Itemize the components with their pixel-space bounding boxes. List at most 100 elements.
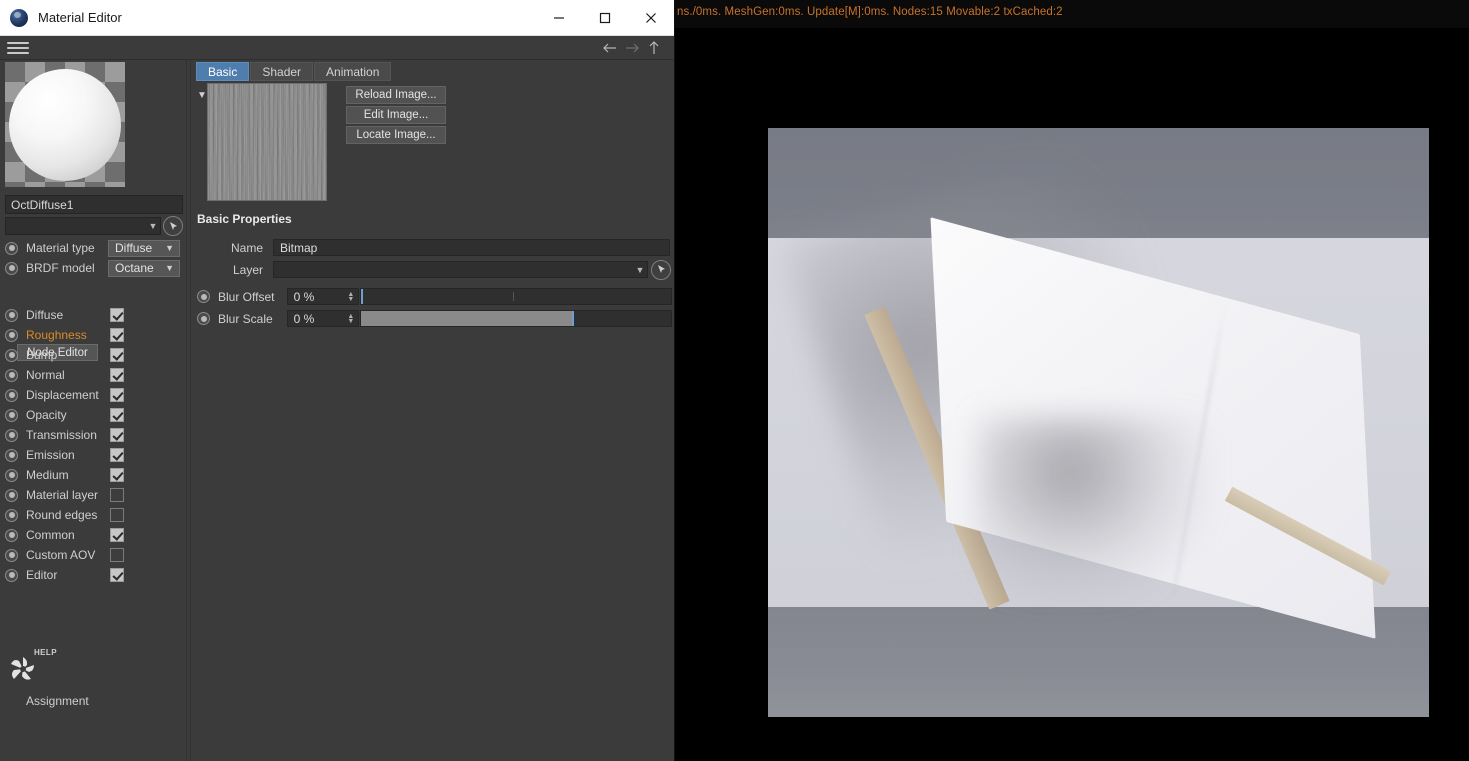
window-title: Material Editor [38, 10, 122, 25]
channel-row-medium: Medium [5, 465, 183, 485]
tab-shader[interactable]: Shader [250, 62, 314, 81]
hamburger-menu-icon[interactable] [7, 40, 29, 56]
edit-image-button[interactable]: Edit Image... [346, 106, 446, 124]
maximize-icon[interactable] [582, 0, 628, 36]
name-input[interactable]: Bitmap [273, 239, 670, 256]
channel-checkbox[interactable] [110, 468, 124, 482]
radio-icon[interactable] [5, 548, 18, 562]
channel-row-roughness: Roughness [5, 325, 183, 345]
field-row-layer: Layer ▼ [197, 259, 672, 280]
channel-checkbox[interactable] [110, 368, 124, 382]
channel-label: Opacity [26, 408, 67, 422]
channel-checkbox[interactable] [110, 548, 124, 562]
minimize-icon[interactable] [536, 0, 582, 36]
radio-icon[interactable] [5, 368, 18, 382]
stepper-icon[interactable]: ▲ ▼ [347, 291, 354, 303]
channel-label: Diffuse [26, 308, 64, 322]
slider-handle[interactable] [571, 311, 574, 326]
radio-icon[interactable] [5, 408, 18, 422]
blur-offset-label: Blur Offset [218, 289, 275, 304]
brdf-model-dropdown[interactable]: Octane ▼ [108, 259, 180, 277]
setting-row-brdf-model: BRDF model Octane ▼ [5, 258, 183, 278]
channel-label: Round edges [26, 508, 98, 522]
layer-label: Layer [232, 262, 263, 277]
blur-offset-slider[interactable] [360, 288, 672, 305]
editor-toolbar [0, 36, 674, 60]
octane-logo-icon [10, 8, 28, 27]
material-preview[interactable] [5, 62, 125, 187]
channel-checkbox[interactable] [110, 388, 124, 402]
channel-checkbox[interactable] [110, 408, 124, 422]
radio-icon[interactable] [5, 448, 18, 462]
locate-image-button[interactable]: Locate Image... [346, 126, 446, 144]
channel-row-round-edges: Round edges [5, 505, 183, 525]
radio-icon[interactable] [5, 388, 18, 402]
channel-row-custom-aov: Custom AOV [5, 545, 183, 565]
channel-label: Normal [26, 368, 65, 382]
navigation-controls [600, 39, 664, 57]
eyedropper-picker-icon[interactable] [163, 216, 183, 236]
radio-icon[interactable] [5, 348, 18, 362]
channel-checkbox[interactable] [110, 528, 124, 542]
channel-row-transmission: Transmission [5, 425, 183, 445]
radio-icon[interactable] [5, 261, 18, 275]
stepper-icon[interactable]: ▲ ▼ [347, 313, 354, 325]
channel-label: Common [26, 528, 75, 542]
radio-icon[interactable] [5, 508, 18, 522]
channel-row-material-layer: Material layer [5, 485, 183, 505]
channel-checkbox[interactable] [110, 568, 124, 582]
setting-label: Material type [26, 241, 95, 255]
help-block[interactable]: HELP [8, 648, 78, 680]
radio-icon[interactable] [5, 568, 18, 582]
tab-bar: Basic Shader Animation [196, 62, 392, 81]
radio-icon[interactable] [197, 312, 210, 325]
reload-image-button[interactable]: Reload Image... [346, 86, 446, 104]
radio-icon[interactable] [5, 428, 18, 442]
channel-label: Transmission [26, 428, 97, 442]
channel-checkbox[interactable] [110, 428, 124, 442]
material-select[interactable]: ▼ [5, 217, 161, 235]
arrow-left-icon[interactable] [600, 39, 620, 57]
blur-scale-slider[interactable] [360, 310, 672, 327]
radio-icon[interactable] [5, 328, 18, 342]
eyedropper-picker-icon[interactable] [651, 259, 671, 280]
field-row-blur-offset: Blur Offset 0 % ▲ ▼ [197, 287, 672, 306]
tab-animation[interactable]: Animation [314, 62, 392, 81]
blur-offset-input[interactable]: 0 % ▲ ▼ [286, 288, 360, 305]
arrow-up-icon[interactable] [644, 39, 664, 57]
radio-icon[interactable] [5, 308, 18, 322]
material-type-dropdown[interactable]: Diffuse ▼ [108, 239, 180, 257]
channel-row-bump: Bump [5, 345, 183, 365]
chevron-down-icon: ▼ [148, 221, 158, 231]
arrow-right-icon[interactable] [622, 39, 642, 57]
blur-scale-input[interactable]: 0 % ▲ ▼ [286, 310, 360, 327]
window-title-bar[interactable]: Material Editor [0, 0, 674, 36]
channel-checkbox[interactable] [110, 328, 124, 342]
channel-checkbox[interactable] [110, 508, 124, 522]
channel-checkbox[interactable] [110, 488, 124, 502]
radio-icon[interactable] [5, 528, 18, 542]
brdf-model-value: Octane [115, 261, 154, 275]
material-type-value: Diffuse [115, 241, 153, 255]
radio-icon[interactable] [5, 488, 18, 502]
channel-checkbox[interactable] [110, 448, 124, 462]
bitmap-texture-thumbnail[interactable] [207, 83, 327, 201]
setting-row-material-type: Material type Diffuse ▼ [5, 238, 183, 258]
assignment-label[interactable]: Assignment [26, 694, 89, 708]
radio-icon[interactable] [5, 241, 18, 255]
radio-icon[interactable] [197, 290, 210, 303]
channel-checkbox[interactable] [110, 348, 124, 362]
tab-basic[interactable]: Basic [196, 62, 250, 81]
radio-icon[interactable] [5, 468, 18, 482]
channel-row-emission: Emission [5, 445, 183, 465]
material-name-input[interactable]: OctDiffuse1 [5, 195, 183, 214]
host-status-text: ns./0ms. MeshGen:0ms. Update[M]:0ms. Nod… [677, 6, 1063, 18]
close-icon[interactable] [628, 0, 674, 36]
channel-label: Material layer [26, 488, 99, 502]
slider-handle[interactable] [361, 289, 364, 304]
render-viewport[interactable] [768, 128, 1429, 717]
channel-checkbox[interactable] [110, 308, 124, 322]
layer-select[interactable]: ▼ [273, 261, 648, 278]
channel-row-editor: Editor [5, 565, 183, 585]
section-title: Basic Properties [197, 212, 292, 226]
